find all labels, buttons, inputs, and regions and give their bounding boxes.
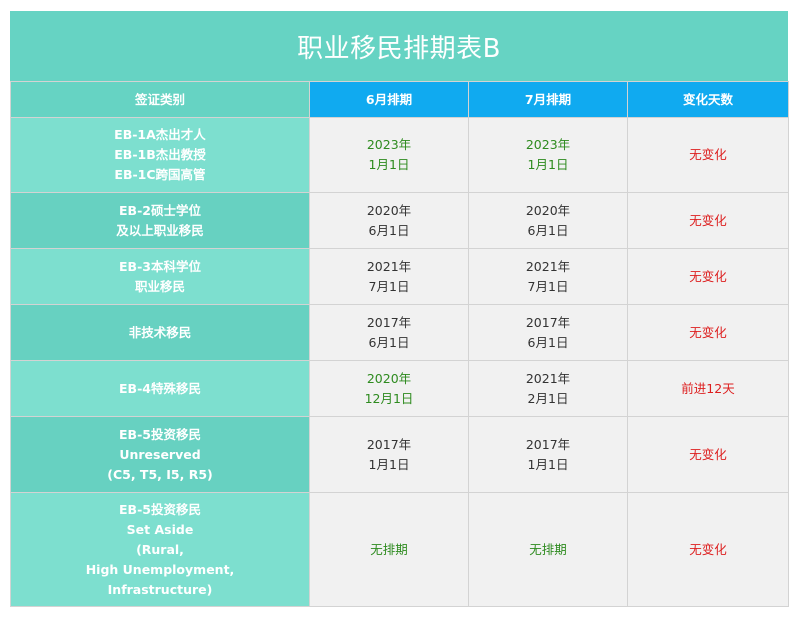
category-line: EB-5投资移民 <box>119 501 201 517</box>
category-line: 职业移民 <box>134 278 185 294</box>
june-cell: 2020年 6月1日 <box>309 192 469 249</box>
date-day: 1月1日 <box>527 157 569 172</box>
category-cell: EB-5投资移民 Unreserved (C5, T5, I5, R5) <box>10 416 310 493</box>
july-cell: 2017年 6月1日 <box>468 304 628 361</box>
table-row: EB-2硕士学位 及以上职业移民 2020年 6月1日 2020年 6月1日 无… <box>10 192 789 249</box>
category-line: EB-1A杰出才人 <box>114 127 206 142</box>
header-june: 6月排期 <box>309 81 469 118</box>
date-day: 2月1日 <box>527 390 569 406</box>
date-year: 2023年 <box>525 137 571 152</box>
table-row: 非技术移民 2017年 6月1日 2017年 6月1日 无变化 <box>10 304 789 361</box>
header-category: 签证类别 <box>10 81 310 118</box>
date-year: 2017年 <box>525 314 571 330</box>
category-cell: 非技术移民 <box>10 304 310 361</box>
july-cell: 2023年 1月1日 <box>468 117 628 193</box>
category-line: High Unemployment, <box>85 561 235 577</box>
date-day: 7月1日 <box>368 278 410 294</box>
table-row: EB-5投资移民 Set Aside (Rural, High Unemploy… <box>10 492 789 607</box>
category-line: EB-4特殊移民 <box>119 380 201 396</box>
category-line: EB-2硕士学位 <box>119 202 201 218</box>
table-row: EB-4特殊移民 2020年 12月1日 2021年 2月1日 前进12天 <box>10 360 789 417</box>
date-day: 6月1日 <box>527 334 569 350</box>
table-row: EB-3本科学位 职业移民 2021年 7月1日 2021年 7月1日 无变化 <box>10 248 789 305</box>
date-day: 1月1日 <box>368 456 410 472</box>
category-cell: EB-5投资移民 Set Aside (Rural, High Unemploy… <box>10 492 310 607</box>
change-cell: 无变化 <box>627 416 789 493</box>
header-change: 变化天数 <box>627 81 789 118</box>
category-line: Set Aside <box>126 521 194 537</box>
no-wait-label: 无排期 <box>370 541 408 557</box>
june-cell: 2020年 12月1日 <box>309 360 469 417</box>
date-year: 2020年 <box>366 202 412 218</box>
category-line: (Rural, <box>136 541 184 557</box>
change-cell: 无变化 <box>627 304 789 361</box>
category-line: EB-5投资移民 <box>119 426 201 442</box>
date-day: 1月1日 <box>368 157 410 172</box>
category-line: EB-1B杰出教授 <box>114 147 206 162</box>
no-wait-label: 无排期 <box>529 541 567 557</box>
date-year: 2020年 <box>525 202 571 218</box>
june-cell: 2017年 6月1日 <box>309 304 469 361</box>
date-year: 2017年 <box>366 436 412 452</box>
visa-bulletin-table-container: 职业移民排期表B 签证类别 6月排期 7月排期 变化天数 EB-1A杰出才人 E… <box>10 11 789 607</box>
category-line: 非技术移民 <box>128 324 192 340</box>
change-cell: 前进12天 <box>627 360 789 417</box>
category-line: EB-3本科学位 <box>119 258 201 274</box>
july-cell: 2020年 6月1日 <box>468 192 628 249</box>
category-line: Unreserved <box>119 446 201 462</box>
visa-bulletin-table: 签证类别 6月排期 7月排期 变化天数 EB-1A杰出才人 EB-1B杰出教授 … <box>10 81 789 607</box>
june-cell: 无排期 <box>309 492 469 607</box>
category-cell: EB-4特殊移民 <box>10 360 310 417</box>
table-header-row: 签证类别 6月排期 7月排期 变化天数 <box>10 81 789 118</box>
category-cell: EB-2硕士学位 及以上职业移民 <box>10 192 310 249</box>
date-year: 2020年 <box>366 370 412 386</box>
change-cell: 无变化 <box>627 117 789 193</box>
category-cell: EB-1A杰出才人 EB-1B杰出教授 EB-1C跨国高管 <box>10 117 310 193</box>
date-year: 2017年 <box>366 314 412 330</box>
july-cell: 2021年 2月1日 <box>468 360 628 417</box>
date-day: 1月1日 <box>527 456 569 472</box>
category-line: EB-1C跨国高管 <box>114 167 206 182</box>
header-july: 7月排期 <box>468 81 628 118</box>
category-cell: EB-3本科学位 职业移民 <box>10 248 310 305</box>
june-cell: 2021年 7月1日 <box>309 248 469 305</box>
page-title: 职业移民排期表B <box>10 11 788 81</box>
date-day: 7月1日 <box>527 278 569 294</box>
date-year: 2021年 <box>366 258 412 274</box>
july-cell: 2017年 1月1日 <box>468 416 628 493</box>
change-cell: 无变化 <box>627 248 789 305</box>
june-cell: 2023年 1月1日 <box>309 117 469 193</box>
date-day: 12月1日 <box>364 390 414 406</box>
date-year: 2023年 <box>366 137 412 152</box>
date-day: 6月1日 <box>368 334 410 350</box>
date-year: 2017年 <box>525 436 571 452</box>
change-cell: 无变化 <box>627 492 789 607</box>
date-year: 2021年 <box>525 258 571 274</box>
july-cell: 无排期 <box>468 492 628 607</box>
category-line: 及以上职业移民 <box>116 222 204 238</box>
date-year: 2021年 <box>525 370 571 386</box>
july-cell: 2021年 7月1日 <box>468 248 628 305</box>
category-line: Infrastructure) <box>107 581 213 597</box>
june-cell: 2017年 1月1日 <box>309 416 469 493</box>
change-cell: 无变化 <box>627 192 789 249</box>
date-day: 6月1日 <box>368 222 410 238</box>
category-line: (C5, T5, I5, R5) <box>107 466 213 482</box>
date-day: 6月1日 <box>527 222 569 238</box>
table-row: EB-1A杰出才人 EB-1B杰出教授 EB-1C跨国高管 2023年 1月1日… <box>10 117 789 193</box>
table-row: EB-5投资移民 Unreserved (C5, T5, I5, R5) 201… <box>10 416 789 493</box>
